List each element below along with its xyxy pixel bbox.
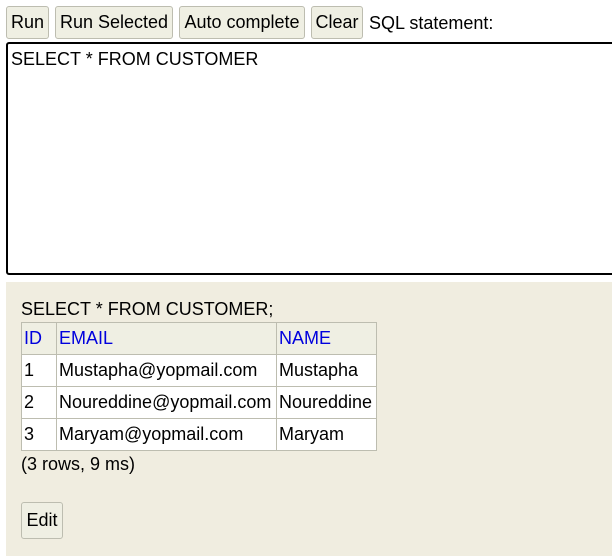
column-header-email[interactable]: EMAIL [56,322,277,355]
column-header-name[interactable]: NAME [276,322,377,355]
table-header-row: ID EMAIL NAME [21,322,377,355]
table-row: 2 Noureddine@yopmail.com Noureddine [21,386,377,419]
executed-statement: SELECT * FROM CUSTOMER; [21,299,274,319]
cell-email: Mustapha@yopmail.com [56,354,277,387]
column-header-id[interactable]: ID [21,322,57,355]
row-count-summary: (3 rows, 9 ms) [21,454,136,474]
cell-id: 1 [21,354,57,387]
sql-statement-label: SQL statement: [369,13,494,33]
run-selected-button[interactable]: Run Selected [55,6,173,39]
table-row: 3 Maryam@yopmail.com Maryam [21,418,377,451]
results-panel: SELECT * FROM CUSTOMER; ID EMAIL NAME 1 … [6,282,612,556]
auto-complete-button[interactable]: Auto complete [179,6,305,39]
cell-name: Maryam [276,418,377,451]
edit-button[interactable]: Edit [21,502,63,539]
query-toolbar: Run Run Selected Auto complete Clear SQL… [0,0,612,42]
cell-email: Maryam@yopmail.com [56,418,277,451]
cell-name: Noureddine [276,386,377,419]
cell-id: 2 [21,386,57,419]
cell-email: Noureddine@yopmail.com [56,386,277,419]
sql-editor[interactable] [6,42,612,275]
table-row: 1 Mustapha@yopmail.com Mustapha [21,354,377,387]
cell-id: 3 [21,418,57,451]
clear-button[interactable]: Clear [311,6,363,39]
run-button[interactable]: Run [6,6,49,39]
result-table: ID EMAIL NAME 1 Mustapha@yopmail.com Mus… [21,322,377,451]
cell-name: Mustapha [276,354,377,387]
